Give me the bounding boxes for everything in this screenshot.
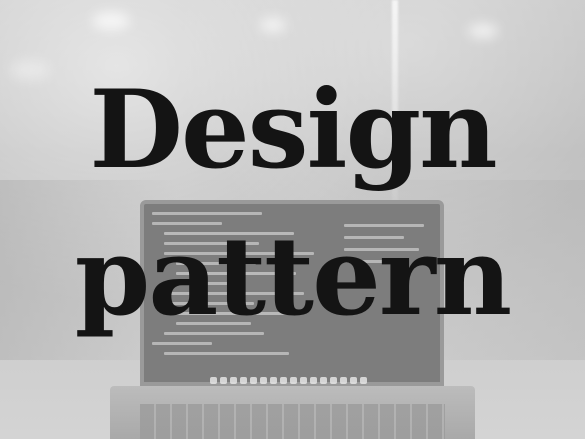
dock-app-icon [340,376,347,384]
bokeh-light [468,24,498,38]
bokeh-light [92,12,130,30]
app-dock [210,375,380,385]
code-line [152,342,212,345]
dock-app-icon [320,376,327,384]
dock-app-icon [230,376,237,384]
dock-app-icon [350,376,357,384]
bokeh-light [260,18,286,32]
code-line [164,352,289,355]
dock-app-icon [290,376,297,384]
dock-app-icon [250,376,257,384]
headline-line-2: pattern [74,214,512,340]
headline-line-1: Design [89,67,497,193]
dock-app-icon [210,376,217,384]
dock-app-icon [240,376,247,384]
dock-app-icon [310,376,317,384]
laptop-keyboard [140,404,445,439]
dock-app-icon [220,376,227,384]
dock-app-icon [300,376,307,384]
dock-app-icon [260,376,267,384]
dock-app-icon [280,376,287,384]
dock-app-icon [360,376,367,384]
dock-app-icon [330,376,337,384]
dock-app-icon [270,376,277,384]
